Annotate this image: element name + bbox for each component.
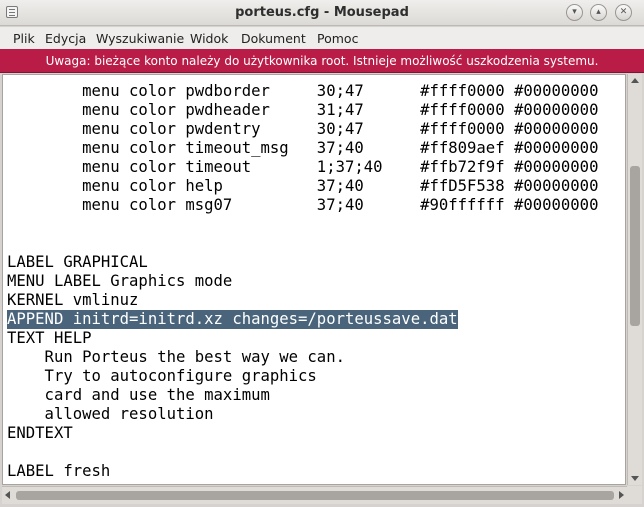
editor-line[interactable]: menu color pwdheader 31;47 #ffff0000 #00… [7, 101, 598, 120]
menu-widok[interactable]: Widok [190, 31, 228, 46]
title-bar[interactable]: porteus.cfg - Mousepad ▾ ▴ ✕ [0, 0, 644, 26]
editor-line[interactable]: menu color help 37;40 #ffD5F538 #0000000… [7, 177, 598, 196]
vertical-scrollbar[interactable] [627, 74, 642, 485]
menu-plik[interactable]: Plik [13, 31, 35, 46]
editor-line[interactable]: menu color pwdborder 30;47 #ffff0000 #00… [7, 82, 598, 101]
root-warning-banner: Uwaga: bieżące konto należy do użytkowni… [0, 49, 644, 73]
menu-pomoc[interactable]: Pomoc [317, 31, 358, 46]
scrollbar-corner [627, 486, 642, 504]
scroll-up-icon[interactable] [631, 78, 639, 83]
minimize-icon[interactable]: ▾ [566, 4, 583, 21]
menu-dokument[interactable]: Dokument [241, 31, 306, 46]
editor-line[interactable]: MENU LABEL Graphics mode [7, 272, 232, 291]
menu-edycja[interactable]: Edycja [45, 31, 86, 46]
editor-line[interactable]: menu color timeout 1;37;40 #ffb72f9f #00… [7, 158, 598, 177]
horizontal-scroll-thumb[interactable] [16, 491, 614, 500]
menu-bar: Plik Edycja Wyszukiwanie Widok Dokument … [0, 27, 644, 49]
editor-line-selected[interactable]: APPEND initrd=initrd.xz changes=/porteus… [7, 310, 458, 329]
vertical-scroll-thumb[interactable] [630, 166, 640, 326]
editor-line[interactable]: ENDTEXT [7, 424, 73, 443]
horizontal-scrollbar[interactable] [2, 486, 627, 504]
scroll-down-icon[interactable] [631, 476, 639, 481]
editor-line[interactable]: Run Porteus the best way we can. [7, 348, 345, 367]
editor-line[interactable]: menu color pwdentry 30;47 #ffff0000 #000… [7, 120, 598, 139]
editor-line[interactable]: KERNEL vmlinuz [7, 291, 138, 310]
editor-line[interactable]: menu color timeout_msg 37;40 #ff809aef #… [7, 139, 598, 158]
editor-line[interactable]: LABEL fresh [7, 462, 110, 481]
window-title: porteus.cfg - Mousepad [235, 5, 409, 20]
scroll-right-icon[interactable] [619, 491, 624, 499]
editor-line[interactable]: Try to autoconfigure graphics [7, 367, 317, 386]
editor-line[interactable]: menu color msg07 37;40 #90ffffff #000000… [7, 196, 598, 215]
maximize-icon[interactable]: ▴ [590, 4, 607, 21]
text-editor[interactable]: menu color pwdborder 30;47 #ffff0000 #00… [2, 74, 626, 485]
editor-line[interactable]: allowed resolution [7, 405, 214, 424]
menu-wyszukiwanie[interactable]: Wyszukiwanie [96, 31, 184, 46]
editor-line[interactable]: card and use the maximum [7, 386, 270, 405]
editor-line[interactable]: TEXT HELP [7, 329, 92, 348]
scroll-left-icon[interactable] [5, 491, 10, 499]
editor-line[interactable]: LABEL GRAPHICAL [7, 253, 148, 272]
close-icon[interactable]: ✕ [615, 4, 632, 21]
